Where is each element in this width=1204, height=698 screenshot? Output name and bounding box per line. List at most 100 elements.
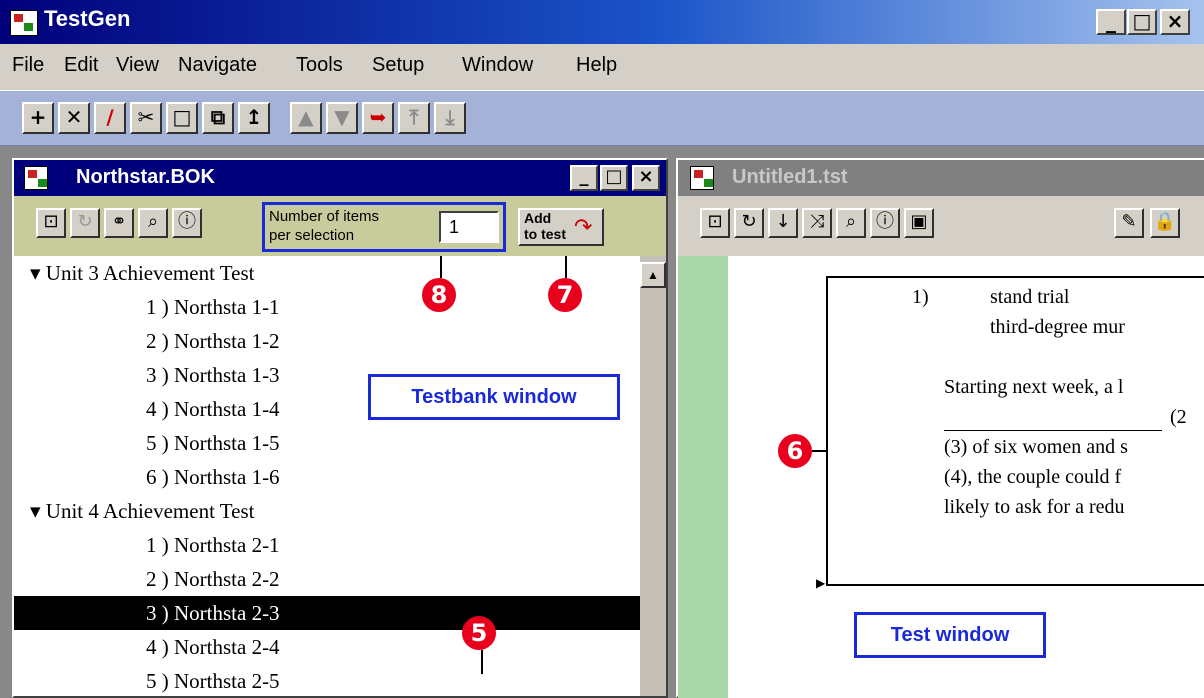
unit-title: Unit 4 Achievement Test xyxy=(45,499,255,523)
add-arrow-icon: ↷ xyxy=(574,214,593,239)
list-item[interactable]: 2 ) Northsta 1-2 xyxy=(14,324,640,358)
test-toolbar: ⊡ ↻ ↓ ⤨ ⌕ ⓘ ▣ ✎ 🔒 xyxy=(678,196,1204,256)
callout-8: 8 xyxy=(422,278,456,312)
close-test-icon[interactable]: ✕ xyxy=(58,102,90,134)
expand-triangle-icon[interactable]: ▾ xyxy=(30,261,41,285)
list-item[interactable]: 1 ) Northsta 1-1 xyxy=(14,290,640,324)
insert-icon[interactable]: ↥ xyxy=(238,102,270,134)
new-test-icon[interactable]: + xyxy=(22,102,54,134)
add-label-line2: to test xyxy=(524,226,566,242)
question-number: 1) xyxy=(912,286,929,308)
test-window: Untitled1.tst ⊡ ↻ ↓ ⤨ ⌕ ⓘ ▣ ✎ 🔒 1) stand… xyxy=(676,158,1204,698)
move-bottom-icon[interactable]: ⤓ xyxy=(434,102,466,134)
testgen-app-icon[interactable] xyxy=(10,10,38,36)
binoculars-icon[interactable]: ⚭ xyxy=(104,208,134,238)
menu-help[interactable]: Help xyxy=(576,54,617,77)
question-line: stand trial xyxy=(990,286,1070,308)
lock-icon[interactable]: 🔒 xyxy=(1150,208,1180,238)
callout-7-line xyxy=(565,256,567,278)
testbank-close-button[interactable]: × xyxy=(632,165,660,191)
list-item[interactable]: 4 ) Northsta 2-4 xyxy=(14,630,640,664)
close-button[interactable]: × xyxy=(1160,9,1190,35)
test-margin-strip xyxy=(678,256,728,698)
testbank-title-bar[interactable]: Northstar.BOK _ □ × xyxy=(14,160,666,196)
testbank-window-label: Testbank window xyxy=(368,374,620,420)
move-up-icon[interactable]: ▲ xyxy=(290,102,322,134)
test-title: Untitled1.tst xyxy=(732,166,848,188)
expand-triangle-icon[interactable]: ▾ xyxy=(30,499,41,523)
menu-setup[interactable]: Setup xyxy=(372,54,424,77)
question-line: (4), the couple could f xyxy=(944,466,1122,488)
magnifier-icon[interactable]: ⌕ xyxy=(836,208,866,238)
list-item[interactable]: 5 ) Northsta 2-5 xyxy=(14,664,640,698)
scramble-icon[interactable]: ⤨ xyxy=(802,208,832,238)
question-line: likely to ask for a redu xyxy=(944,496,1125,518)
move-top-icon[interactable]: ⤒ xyxy=(398,102,430,134)
test-window-label: Test window xyxy=(854,612,1046,658)
items-per-selection-group: Number of items per selection 1 xyxy=(262,202,506,252)
testbank-maximize-button[interactable]: □ xyxy=(600,165,628,191)
info-icon[interactable]: ⓘ xyxy=(172,208,202,238)
menu-bar: File Edit View Navigate Tools Setup Wind… xyxy=(0,44,1204,88)
callout-8-line xyxy=(440,256,442,278)
sort-icon[interactable]: ↓ xyxy=(768,208,798,238)
items-label-line2: per selection xyxy=(269,227,355,244)
paste-icon[interactable]: ⧉ xyxy=(202,102,234,134)
maximize-button[interactable]: □ xyxy=(1127,9,1157,35)
callout-7: 7 xyxy=(548,278,582,312)
list-item-selected[interactable]: 3 ) Northsta 2-3 xyxy=(14,596,640,630)
move-down-icon[interactable]: ▼ xyxy=(326,102,358,134)
copy-icon[interactable]: □ xyxy=(166,102,198,134)
menu-view[interactable]: View xyxy=(116,54,159,77)
info-icon[interactable]: ⓘ xyxy=(870,208,900,238)
callout-5-line xyxy=(481,650,483,674)
add-to-test-button[interactable]: Add to test ↷ xyxy=(518,208,604,246)
add-label-line1: Add xyxy=(524,210,552,226)
insertion-marker-icon: ▶ xyxy=(816,576,826,590)
minimize-button[interactable]: _ xyxy=(1096,9,1126,35)
refresh-icon[interactable]: ↻ xyxy=(734,208,764,238)
menu-edit[interactable]: Edit xyxy=(64,54,98,77)
main-toolbar: + ✕ ∕ ✂ □ ⧉ ↥ ▲ ▼ ➥ ⤒ ⤓ xyxy=(0,90,1204,146)
list-item[interactable]: 6 ) Northsta 1-6 xyxy=(14,460,640,494)
magnifier-icon[interactable]: ⌕ xyxy=(138,208,168,238)
callout-6-line xyxy=(812,450,826,452)
menu-navigate[interactable]: Navigate xyxy=(178,54,257,77)
list-item[interactable]: 1 ) Northsta 2-1 xyxy=(14,528,640,562)
question-line: Starting next week, a l xyxy=(944,376,1124,398)
testbank-toolbar: ⊡ ↻ ⚭ ⌕ ⓘ Number of items per selection … xyxy=(14,196,666,256)
testbank-tree: ▾ Unit 3 Achievement Test 1 ) Northsta 1… xyxy=(14,256,640,696)
test-document: 1) stand trial third-degree mur Starting… xyxy=(728,256,1204,698)
question-line: third-degree mur xyxy=(990,316,1125,338)
test-title-bar[interactable]: Untitled1.tst xyxy=(678,160,1204,196)
add-to-test-label: Add to test xyxy=(524,210,566,242)
testbank-scrollbar[interactable]: ▲ xyxy=(640,256,666,696)
list-item[interactable]: 5 ) Northsta 1-5 xyxy=(14,426,640,460)
unit-node[interactable]: ▾ Unit 4 Achievement Test xyxy=(14,494,640,528)
items-label-line1: Number of items xyxy=(269,208,380,225)
pin-icon[interactable]: ✎ xyxy=(1114,208,1144,238)
items-per-selection-input[interactable]: 1 xyxy=(439,211,499,243)
window-title: TestGen xyxy=(44,6,131,31)
testbank-window-icon xyxy=(24,166,48,190)
menu-tools[interactable]: Tools xyxy=(296,54,343,77)
question-line: (3) of six women and s xyxy=(944,436,1128,458)
select-icon[interactable]: ⊡ xyxy=(36,208,66,238)
menu-file[interactable]: File xyxy=(12,54,44,77)
testbank-minimize-button[interactable]: _ xyxy=(570,165,598,191)
save-icon[interactable]: ▣ xyxy=(904,208,934,238)
callout-5: 5 xyxy=(462,616,496,650)
unit-node[interactable]: ▾ Unit 3 Achievement Test xyxy=(14,256,640,290)
blank-line xyxy=(944,430,1162,431)
bookmark-icon[interactable]: ➥ xyxy=(362,102,394,134)
title-bar: TestGen _ □ × xyxy=(0,0,1204,44)
cut-icon[interactable]: ✂ xyxy=(130,102,162,134)
testbank-title: Northstar.BOK xyxy=(76,166,215,188)
refresh-icon[interactable]: ↻ xyxy=(70,208,100,238)
list-item[interactable]: 2 ) Northsta 2-2 xyxy=(14,562,640,596)
test-window-icon xyxy=(690,166,714,190)
menu-window[interactable]: Window xyxy=(462,54,533,77)
scroll-up-button[interactable]: ▲ xyxy=(640,262,666,288)
edit-icon[interactable]: ∕ xyxy=(94,102,126,134)
select-icon[interactable]: ⊡ xyxy=(700,208,730,238)
